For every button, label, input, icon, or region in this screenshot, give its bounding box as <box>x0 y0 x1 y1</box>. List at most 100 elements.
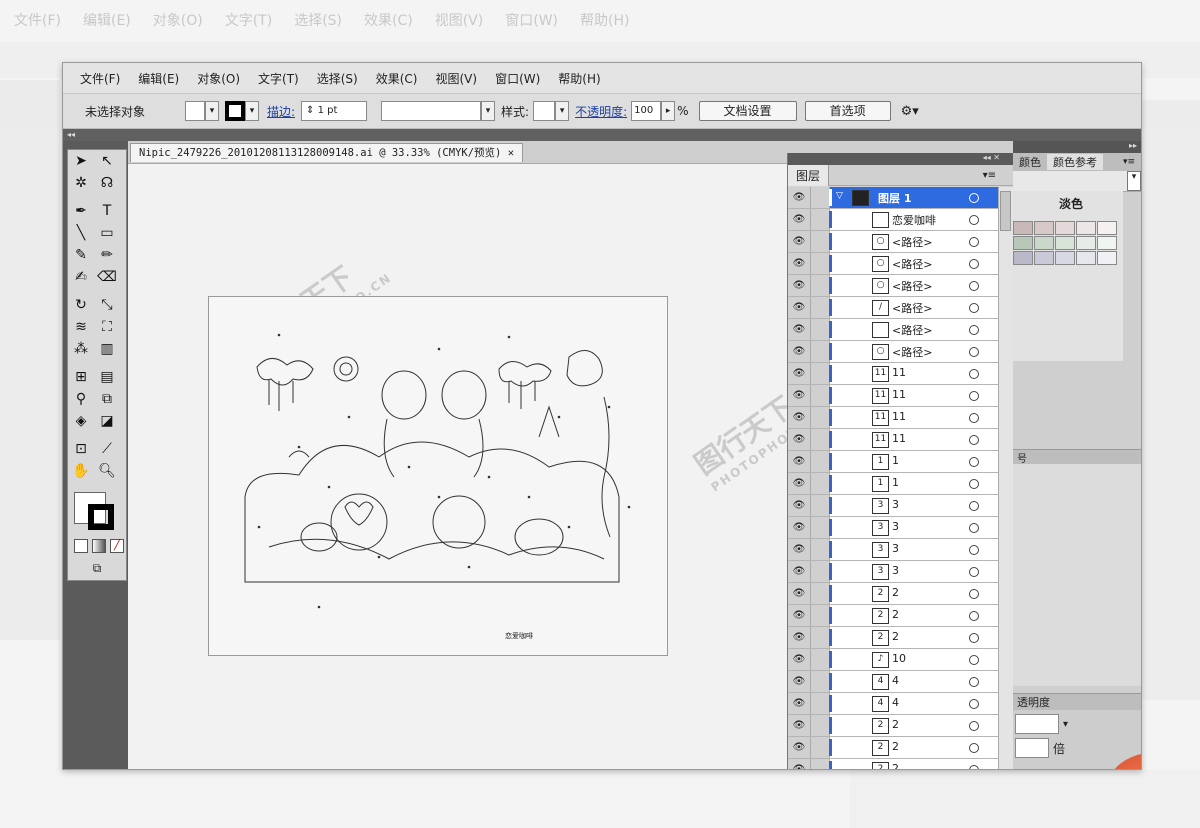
opacity-field[interactable] <box>1015 738 1049 758</box>
selection-tool-icon[interactable]: ➤ <box>68 150 94 172</box>
layer-row[interactable]: 👁︎ 3 3 <box>788 561 1014 583</box>
blend-mode-select[interactable] <box>1015 714 1059 734</box>
eye-icon[interactable]: 👁︎ <box>788 363 811 384</box>
target-icon[interactable] <box>969 237 979 247</box>
opacity-label[interactable]: 不透明度: <box>575 103 627 120</box>
style-dropdown-icon[interactable]: ▾ <box>555 101 570 121</box>
lock-toggle[interactable] <box>811 605 830 626</box>
panel-collapse-strip[interactable]: ◂◂ <box>63 129 1141 141</box>
lock-toggle[interactable] <box>811 583 830 604</box>
scale-tool-icon[interactable]: ⤡ <box>94 294 120 316</box>
swatch[interactable] <box>1055 221 1075 235</box>
eye-icon[interactable]: 👁︎ <box>788 385 811 406</box>
lock-toggle[interactable] <box>811 275 830 296</box>
lock-toggle[interactable] <box>811 737 830 758</box>
target-icon[interactable] <box>969 633 979 643</box>
eye-icon[interactable]: 👁︎ <box>788 693 811 714</box>
slice-tool-icon[interactable]: ⟋ <box>94 438 120 460</box>
target-icon[interactable] <box>969 699 979 709</box>
target-icon[interactable] <box>969 435 979 445</box>
layer-row[interactable]: 👁︎ 2 2 <box>788 759 1014 769</box>
harmony-dropdown-icon[interactable]: ▾ <box>1127 171 1141 191</box>
layer-row[interactable]: 👁︎ 2 2 <box>788 715 1014 737</box>
close-icon[interactable]: ✕ <box>508 147 514 159</box>
lock-toggle[interactable] <box>811 341 830 362</box>
swatch[interactable] <box>1097 251 1117 265</box>
swatch[interactable] <box>1055 251 1075 265</box>
eye-icon[interactable]: 👁︎ <box>788 495 811 516</box>
layers-scrollbar[interactable] <box>998 187 1013 769</box>
eraser-tool-icon[interactable]: ⌫ <box>94 266 120 288</box>
tab-layers[interactable]: 图层 <box>788 164 830 186</box>
line-tool-icon[interactable]: ╲ <box>68 222 94 244</box>
menu-file[interactable]: 文件(F) <box>80 70 120 87</box>
lock-toggle[interactable] <box>811 495 830 516</box>
menu-view[interactable]: 视图(V) <box>435 70 477 87</box>
document-tab[interactable]: Nipic_2479226_20101208113128009148.ai @ … <box>130 143 524 162</box>
free-transform-tool-icon[interactable]: ⛶ <box>94 316 120 338</box>
eye-icon[interactable]: 👁︎ <box>788 583 811 604</box>
target-icon[interactable] <box>969 369 979 379</box>
swatch[interactable] <box>1097 236 1117 250</box>
mesh-tool-icon[interactable]: ⊞ <box>68 366 94 388</box>
lock-toggle[interactable] <box>811 759 830 769</box>
eye-icon[interactable]: 👁︎ <box>788 649 811 670</box>
target-icon[interactable] <box>969 391 979 401</box>
eye-icon[interactable]: 👁︎ <box>788 539 811 560</box>
lock-toggle[interactable] <box>811 385 830 406</box>
lock-toggle[interactable] <box>811 209 830 230</box>
menu-window[interactable]: 窗口(W) <box>495 70 540 87</box>
hand-tool-icon[interactable]: ✋ <box>68 460 94 482</box>
eye-icon[interactable]: 👁︎ <box>788 253 811 274</box>
lock-toggle[interactable] <box>811 231 830 252</box>
eye-icon[interactable]: 👁︎ <box>788 275 811 296</box>
swatch[interactable] <box>1034 221 1054 235</box>
pen-tool-icon[interactable]: ✒ <box>68 200 94 222</box>
tab-color[interactable]: 颜色 <box>1013 154 1047 170</box>
artboard[interactable]: 恋爱咖啡 <box>208 296 668 656</box>
lasso-tool-icon[interactable]: ☊ <box>94 172 120 194</box>
stroke-label[interactable]: 描边: <box>267 103 295 120</box>
lock-toggle[interactable] <box>811 297 830 318</box>
fill-dropdown-icon[interactable]: ▾ <box>205 101 219 121</box>
zoom-tool-icon[interactable]: 🔍︎ <box>94 460 120 482</box>
target-icon[interactable] <box>969 281 979 291</box>
color-guide-bar[interactable]: ▾ <box>1013 171 1141 192</box>
target-icon[interactable] <box>969 347 979 357</box>
target-icon[interactable] <box>969 413 979 423</box>
magic-wand-tool-icon[interactable]: ✲ <box>68 172 94 194</box>
paintbrush-tool-icon[interactable]: ✎ <box>68 244 94 266</box>
preferences-button[interactable]: 首选项 <box>804 101 891 121</box>
wand-icon[interactable]: ⚙▾ <box>901 104 919 119</box>
lock-toggle[interactable] <box>811 253 830 274</box>
lock-toggle[interactable] <box>811 319 830 340</box>
layer-row[interactable]: 👁︎ 3 3 <box>788 539 1014 561</box>
stroke-dropdown-icon[interactable]: ▾ <box>245 101 259 121</box>
eye-icon[interactable]: 👁︎ <box>788 209 811 230</box>
eye-icon[interactable]: 👁︎ <box>788 429 811 450</box>
eye-icon[interactable]: 👁︎ <box>788 715 811 736</box>
tab-color-guide[interactable]: 颜色参考 <box>1047 154 1103 170</box>
layer-row[interactable]: 👁︎ 2 2 <box>788 605 1014 627</box>
eye-icon[interactable]: 👁︎ <box>788 297 811 318</box>
target-icon[interactable] <box>969 655 979 665</box>
layer-row[interactable]: 👁︎ 1 1 <box>788 451 1014 473</box>
lock-toggle[interactable] <box>811 671 830 692</box>
menu-object[interactable]: 对象(O) <box>197 70 240 87</box>
lock-toggle[interactable] <box>811 627 830 648</box>
target-icon[interactable] <box>969 611 979 621</box>
swatch[interactable] <box>1034 251 1054 265</box>
live-paint-selection-tool-icon[interactable]: ◪ <box>94 410 120 432</box>
target-icon[interactable] <box>969 193 979 203</box>
blob-brush-tool-icon[interactable]: ✍ <box>68 266 94 288</box>
live-paint-bucket-tool-icon[interactable]: ◈ <box>68 410 94 432</box>
layer-row[interactable]: 👁︎ 2 2 <box>788 583 1014 605</box>
target-icon[interactable] <box>969 479 979 489</box>
fill-swatch[interactable] <box>185 101 205 121</box>
swatch[interactable] <box>1076 236 1096 250</box>
lock-toggle[interactable] <box>811 363 830 384</box>
menu-type[interactable]: 文字(T) <box>258 70 299 87</box>
variable-width-select[interactable] <box>381 101 482 121</box>
target-icon[interactable] <box>969 765 979 769</box>
eye-icon[interactable]: 👁︎ <box>788 517 811 538</box>
